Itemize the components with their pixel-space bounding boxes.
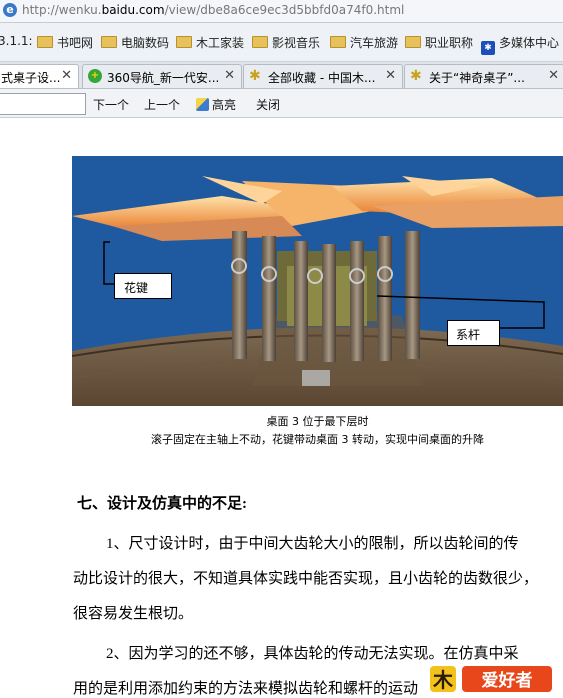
paragraph-line: 2、因为学习的还不够，具体齿轮的传动无法实现。在仿真中采 xyxy=(106,646,519,662)
close-tab-icon[interactable]: ✕ xyxy=(61,68,72,83)
tab-favorites[interactable]: ✱ 全部收藏 - 中国木... ✕ xyxy=(243,64,403,88)
tab-title: 式桌子设... xyxy=(1,71,61,85)
svg-text:木: 木 xyxy=(432,668,454,692)
tab-bar: 式桌子设... ✕ + 360导航_新一代安... ✕ ✱ 全部收藏 - 中国木… xyxy=(0,62,563,89)
folder-icon xyxy=(37,36,53,48)
address-bar[interactable]: e http://wenku.baidu.com/view/dbe8a6ce9e… xyxy=(0,0,563,23)
paragraph-line: 1、尺寸设计时，由于中间大齿轮大小的限制，所以齿轮间的传 xyxy=(106,536,519,552)
fav-item[interactable]: 书吧网 xyxy=(37,34,93,50)
figure-caption-1: 桌面 3 位于最下层时 xyxy=(266,415,369,428)
label-tie-rod: 系杆 xyxy=(447,320,500,346)
tab-about[interactable]: ✱ 关于“神奇桌子”... ✕ xyxy=(404,64,563,88)
watermark-logo: 木 爱好者 xyxy=(428,662,556,694)
paragraph-line: 很容易发生根切。 xyxy=(73,606,194,622)
folder-icon xyxy=(405,36,421,48)
fav-item[interactable]: 3.1.1: xyxy=(0,34,33,50)
close-tab-icon[interactable]: ✕ xyxy=(385,68,396,83)
360-icon: + xyxy=(88,69,102,83)
label-spline: 花键 xyxy=(114,273,172,299)
fav-item[interactable]: 职业职称 xyxy=(405,34,473,50)
tab-title: 关于“神奇桌子”... xyxy=(429,71,525,85)
find-bar: 下一个 上一个 高亮 关闭 xyxy=(0,89,563,118)
fav-item[interactable]: ✱ 多媒体中心 xyxy=(481,34,559,55)
folder-icon xyxy=(252,36,268,48)
figure-caption-2: 滚子固定在主轴上不动，花键带动桌面 3 转动，实现中间桌面的升降 xyxy=(151,433,484,446)
fav-item[interactable]: 木工家装 xyxy=(176,34,244,50)
tab-title: 360导航_新一代安... xyxy=(107,71,220,85)
find-input[interactable] xyxy=(0,93,86,115)
url-text[interactable]: http://wenku.baidu.com/view/dbe8a6ce9ec3… xyxy=(22,3,404,17)
watermark-svg: 木 爱好者 xyxy=(430,666,552,692)
paragraph-line: 用的是利用添加约束的方法来模拟齿轮和螺杆的运动 xyxy=(73,681,419,697)
watermark-text: 爱好者 xyxy=(482,670,533,691)
find-prev-button[interactable]: 上一个 xyxy=(144,96,180,113)
find-close-button[interactable]: 关闭 xyxy=(256,96,280,113)
favorites-bar: 3.1.1: 书吧网 电脑数码 木工家装 影视音乐 汽车旅游 职业职称 ✱ 多媒体… xyxy=(0,23,563,62)
mechanism-render: 花键 系杆 xyxy=(72,156,563,406)
tab-active[interactable]: 式桌子设... ✕ xyxy=(0,64,79,88)
browser-icon: e xyxy=(3,3,17,17)
section-heading: 七、设计及仿真中的不足: xyxy=(77,496,247,512)
fav-item[interactable]: 电脑数码 xyxy=(101,34,169,50)
find-next-button[interactable]: 下一个 xyxy=(93,96,129,113)
paw-icon: ✱ xyxy=(481,41,495,55)
close-tab-icon[interactable]: ✕ xyxy=(548,68,559,83)
highlight-button[interactable]: 高亮 xyxy=(196,96,236,113)
folder-icon xyxy=(330,36,346,48)
tab-360[interactable]: + 360导航_新一代安... ✕ xyxy=(82,64,242,88)
close-tab-icon[interactable]: ✕ xyxy=(224,68,235,83)
fav-item[interactable]: 影视音乐 xyxy=(252,34,320,50)
folder-icon xyxy=(101,36,117,48)
folder-icon xyxy=(176,36,192,48)
star-icon: ✱ xyxy=(249,68,261,84)
tab-title: 全部收藏 - 中国木... xyxy=(268,71,376,85)
star-icon: ✱ xyxy=(410,68,422,84)
fav-item[interactable]: 汽车旅游 xyxy=(330,34,398,50)
paragraph-line: 动比设计的很大，不知道具体实践中能否实现，且小齿轮的齿数很少， xyxy=(73,571,539,587)
highlighter-icon xyxy=(196,98,209,111)
